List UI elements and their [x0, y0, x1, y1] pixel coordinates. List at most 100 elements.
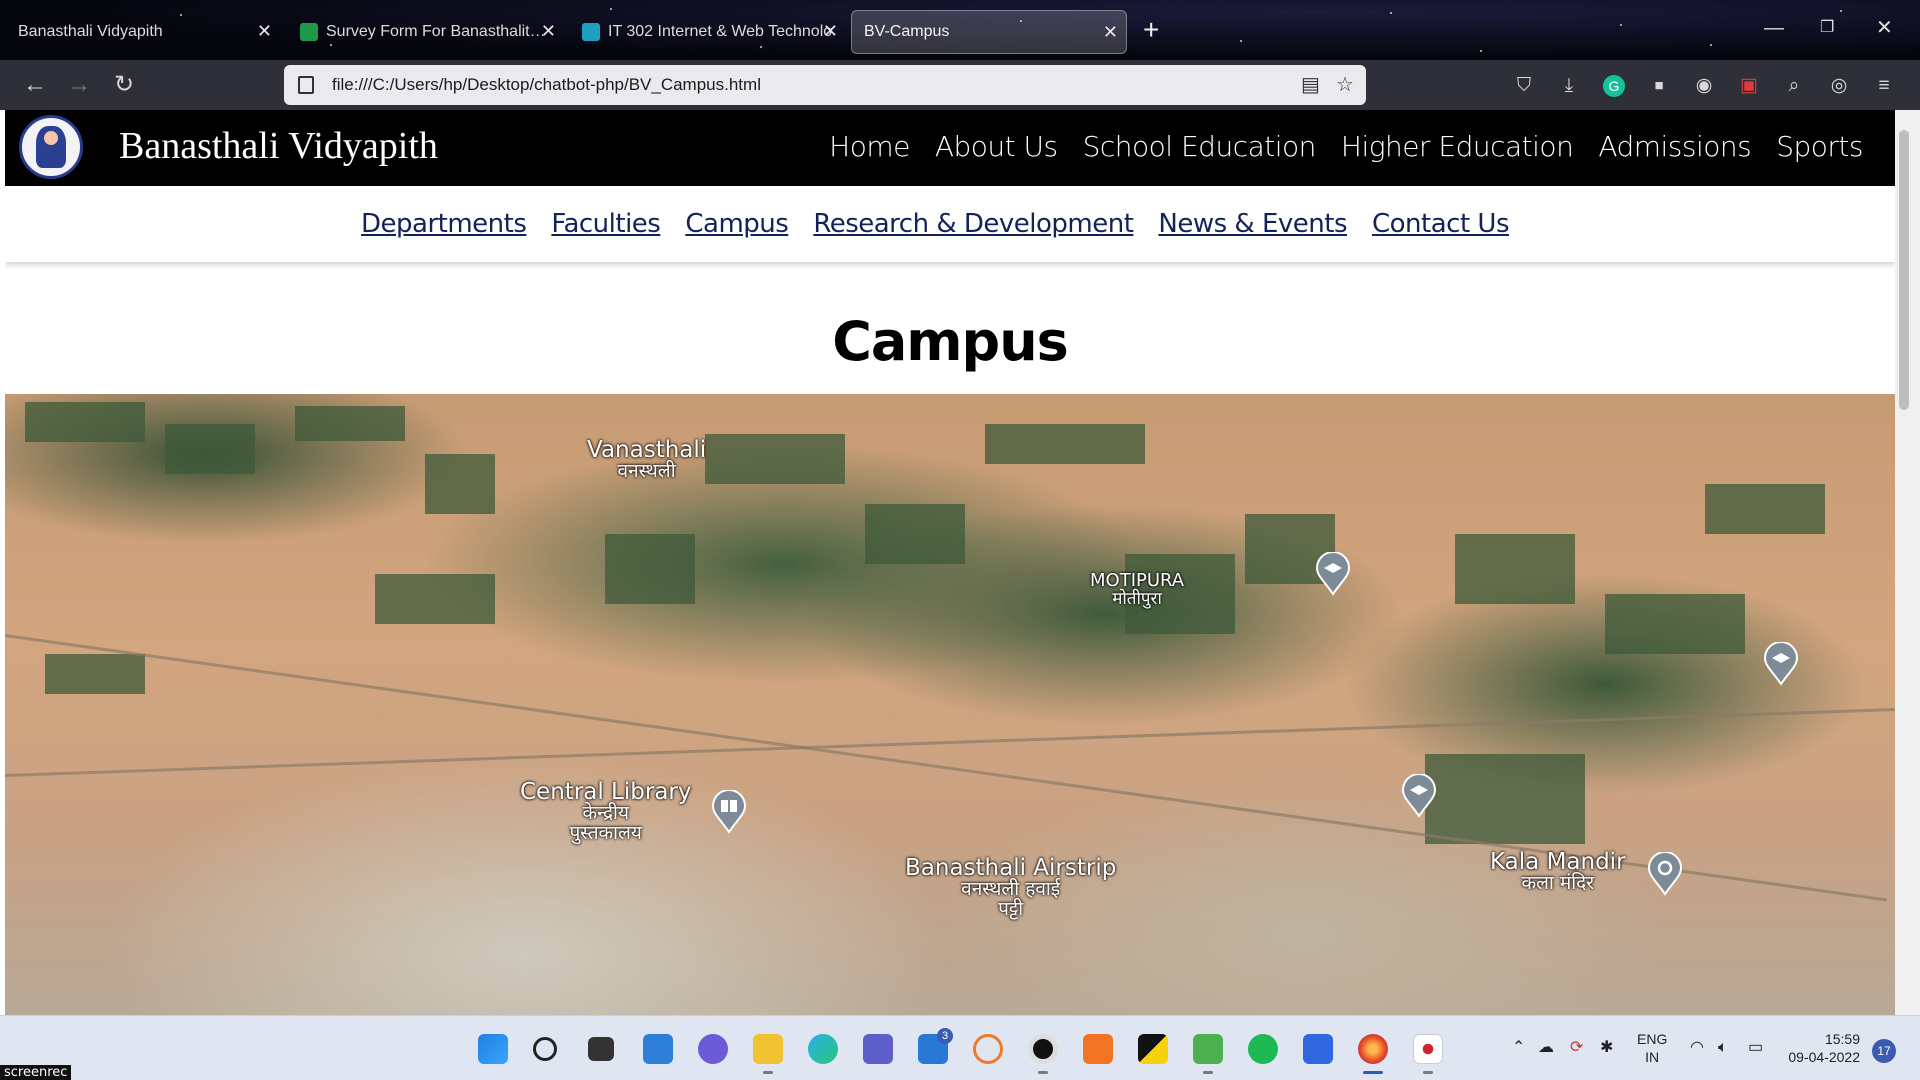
close-icon[interactable]: ✕	[1103, 23, 1118, 41]
lock-extension-icon[interactable]: ■	[1648, 75, 1670, 97]
nav-sports[interactable]: Sports	[1776, 130, 1863, 163]
task-view-icon[interactable]	[588, 1037, 614, 1061]
firefox-icon[interactable]	[1358, 1034, 1388, 1064]
chevron-up-icon[interactable]: ⌃	[1512, 1039, 1525, 1057]
nav-higher-education[interactable]: Higher Education	[1341, 130, 1574, 163]
nav-faculties[interactable]: Faculties	[551, 209, 660, 239]
sticky-notes-icon[interactable]	[1138, 1034, 1168, 1064]
tab-survey-form[interactable]: Survey Form For Banasthalites ( ✕	[288, 10, 564, 54]
running-indicator	[1203, 1071, 1213, 1074]
site-title[interactable]: Banasthali Vidyapith	[119, 124, 438, 168]
library-pin-icon[interactable]	[711, 789, 747, 834]
close-icon[interactable]: ✕	[823, 22, 838, 40]
url-bar[interactable]: file:///C:/Users/hp/Desktop/chatbot-php/…	[284, 65, 1366, 105]
reader-view-icon[interactable]: ▤	[1301, 75, 1320, 95]
file-explorer-icon[interactable]	[753, 1034, 783, 1064]
account-icon[interactable]: ◎	[1828, 75, 1850, 97]
tab-banasthali-vidyapith[interactable]: Banasthali Vidyapith ✕	[6, 10, 280, 54]
page-title: Campus	[832, 310, 1069, 373]
eye-extension-icon[interactable]: ◉	[1693, 75, 1715, 97]
restore-icon[interactable]: ❐	[1820, 18, 1834, 38]
forward-icon[interactable]: →	[66, 72, 92, 98]
running-indicator	[1038, 1071, 1048, 1074]
nav-research-development[interactable]: Research & Development	[813, 209, 1134, 239]
nav-admissions[interactable]: Admissions	[1598, 130, 1751, 163]
volume-icon[interactable]: 🔈︎	[1718, 1039, 1728, 1057]
record-icon[interactable]	[1028, 1034, 1058, 1064]
tab-title: Banasthali Vidyapith	[18, 23, 163, 40]
map-label-vanasthali: Vanasthali वनस्थली	[587, 437, 707, 483]
nav-campus[interactable]: Campus	[685, 209, 788, 239]
close-window-icon[interactable]: ✕	[1876, 18, 1893, 38]
nav-departments[interactable]: Departments	[361, 209, 527, 239]
tab-bv-campus[interactable]: BV-Campus ✕	[851, 10, 1127, 54]
zoom-icon[interactable]: ⌕	[1783, 75, 1805, 97]
university-logo[interactable]	[19, 115, 83, 179]
map-label-kala-mandir: Kala Mandir कला मंदिर	[1490, 849, 1626, 895]
tab-title: IT 302 Internet & Web Technolo	[608, 23, 833, 40]
minimize-icon[interactable]: —	[1764, 18, 1784, 38]
campus-aerial-map: Vanasthali वनस्थली MOTIPURA मोतीपुरा Cen…	[5, 394, 1895, 1015]
nav-news-events[interactable]: News & Events	[1158, 209, 1347, 239]
battery-icon[interactable]: ▭	[1748, 1039, 1763, 1057]
nav-contact-us[interactable]: Contact Us	[1372, 209, 1510, 239]
screenrec-watermark: screenrec	[0, 1065, 72, 1080]
close-icon[interactable]: ✕	[257, 22, 272, 40]
reload-icon[interactable]: ↻	[111, 72, 137, 98]
clock[interactable]: 15:59 09-04-2022	[1788, 1030, 1860, 1066]
clock-date: 09-04-2022	[1788, 1049, 1860, 1065]
browser-tab-strip: Banasthali Vidyapith ✕ Survey Form For B…	[0, 0, 1920, 60]
web-page: Banasthali Vidyapith Home About Us Schoo…	[5, 110, 1895, 1015]
widgets-icon[interactable]	[643, 1034, 673, 1064]
scrollbar-thumb[interactable]	[1899, 130, 1909, 410]
windows-start-icon[interactable]	[478, 1034, 508, 1064]
teams-icon[interactable]	[863, 1034, 893, 1064]
notification-badge[interactable]: 17	[1872, 1039, 1896, 1063]
back-icon[interactable]: ←	[22, 72, 48, 98]
windows-taskbar: 3	[0, 1015, 1920, 1080]
onedrive-icon[interactable]: ☁	[1538, 1039, 1554, 1057]
japan-flag-icon[interactable]	[1413, 1034, 1443, 1064]
map-label-central-library: Central Library केन्द्रीय पुस्तकालय	[520, 779, 692, 845]
site-header: Banasthali Vidyapith Home About Us Schoo…	[5, 110, 1895, 186]
education-pin-icon[interactable]	[1401, 773, 1437, 818]
active-indicator	[1363, 1071, 1383, 1074]
wifi-icon[interactable]: ◠	[1690, 1039, 1704, 1057]
temple-pin-icon[interactable]	[1647, 851, 1683, 896]
bookmark-star-icon[interactable]: ☆	[1336, 75, 1354, 95]
region-code: IN	[1645, 1049, 1660, 1065]
paint-icon[interactable]	[1193, 1034, 1223, 1064]
map-label-motipura: MOTIPURA मोतीपुरा	[1090, 570, 1185, 609]
primary-nav: Home About Us School Education Higher Ed…	[829, 130, 1863, 163]
language-indicator[interactable]: ENG IN	[1637, 1030, 1667, 1066]
map-label-banasthali-airstrip: Banasthali Airstrip वनस्थली हवाई पट्टी	[905, 855, 1117, 921]
education-pin-icon[interactable]	[1315, 551, 1351, 596]
tab-it302[interactable]: IT 302 Internet & Web Technolo ✕	[570, 10, 846, 54]
running-indicator	[1423, 1071, 1433, 1074]
mail-badge: 3	[937, 1028, 953, 1044]
spotify-icon[interactable]	[1248, 1034, 1278, 1064]
tab-title: Survey Form For Banasthalites (	[326, 23, 552, 40]
search-icon[interactable]	[533, 1037, 557, 1061]
sync-icon[interactable]: ⟳	[1570, 1039, 1583, 1057]
xampp-icon[interactable]	[1083, 1034, 1113, 1064]
download-icon[interactable]: ⤓	[1558, 75, 1580, 97]
nav-home[interactable]: Home	[829, 130, 910, 163]
bluetooth-icon[interactable]: ✱	[1600, 1039, 1613, 1057]
url-text[interactable]: file:///C:/Users/hp/Desktop/chatbot-php/…	[332, 75, 761, 95]
edge-icon[interactable]	[808, 1034, 838, 1064]
nav-about-us[interactable]: About Us	[935, 130, 1058, 163]
menu-icon[interactable]: ≡	[1873, 75, 1895, 97]
notion-like-icon[interactable]	[1303, 1034, 1333, 1064]
page-icon	[298, 76, 314, 94]
chat-icon[interactable]	[698, 1034, 728, 1064]
close-icon[interactable]: ✕	[541, 22, 556, 40]
loading-app-icon[interactable]	[973, 1034, 1003, 1064]
grammarly-icon[interactable]: G	[1603, 75, 1625, 97]
classroom-icon	[582, 23, 600, 41]
new-tab-button[interactable]: +	[1143, 16, 1159, 44]
education-pin-icon[interactable]	[1763, 641, 1799, 686]
nav-school-education[interactable]: School Education	[1083, 130, 1317, 163]
pocket-icon[interactable]: ⛉	[1513, 75, 1535, 97]
screenshot-icon[interactable]: ▣	[1738, 75, 1760, 97]
